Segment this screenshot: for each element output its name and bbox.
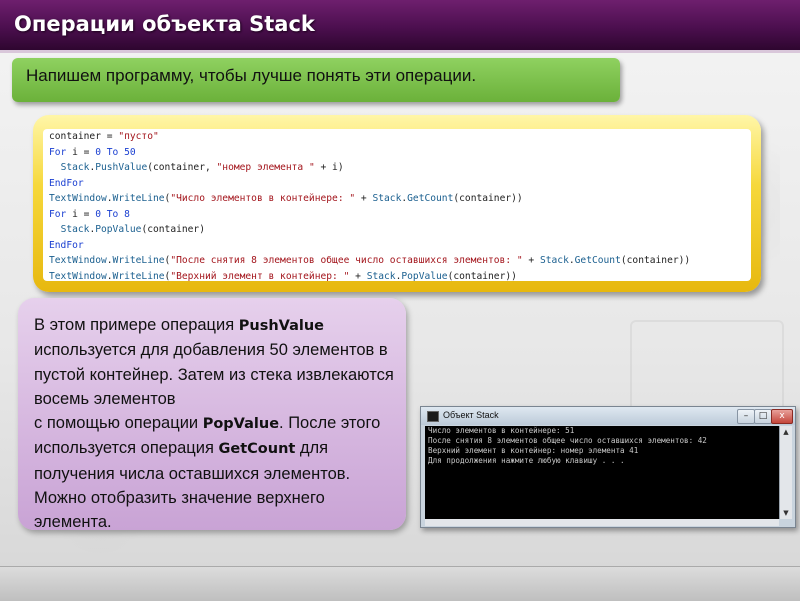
- code-line: TextWindow.WriteLine("После снятия 8 эле…: [43, 253, 751, 269]
- term-popvalue: PopValue: [202, 416, 280, 433]
- intro-callout: Напишем программу, чтобы лучше понять эт…: [12, 58, 620, 102]
- code-token: Stack: [60, 162, 90, 173]
- code-token: To: [106, 146, 119, 158]
- horizontal-scrollbar[interactable]: [425, 519, 779, 526]
- console-line: Для продолжения нажмите любую клавишу . …: [428, 456, 625, 465]
- code-token: + i): [314, 162, 344, 173]
- code-token: (container): [141, 224, 205, 235]
- description-part: В этом примере операция: [34, 316, 239, 334]
- code-token: "После снятия 8 элементов общее число ос…: [170, 255, 523, 266]
- code-line: TextWindow.WriteLine("Верхний элемент в …: [43, 269, 751, 285]
- code-token: PopValue: [95, 224, 142, 235]
- code-token: PopValue: [401, 270, 448, 282]
- background-decoration: [630, 320, 784, 414]
- code-listing: container = "пусто" For i = 0 To 50 Stack…: [43, 129, 751, 282]
- code-token: 8: [124, 208, 130, 220]
- code-line: For i = 0 To 50: [43, 145, 751, 161]
- term-pushvalue: PushValue: [238, 318, 324, 334]
- code-token: TextWindow: [49, 255, 107, 266]
- code-line: Stack.PopValue(container): [43, 222, 751, 238]
- code-token: (container)): [620, 255, 691, 266]
- intro-text: Напишем программу, чтобы лучше понять эт…: [26, 66, 477, 85]
- console-line: Верхний элемент в контейнер: номер элеме…: [428, 446, 639, 455]
- code-token: container =: [49, 131, 119, 142]
- maximize-button[interactable]: □: [754, 409, 772, 424]
- code-token: For: [49, 146, 67, 158]
- code-token: TextWindow: [49, 193, 107, 204]
- description-text: В этом примере операция PushValue исполь…: [34, 313, 404, 535]
- code-line: TextWindow.WriteLine("Число элементов в …: [43, 191, 751, 207]
- code-token: Stack: [372, 193, 402, 204]
- code-token: "номер элемента ": [216, 162, 315, 173]
- console-line: Число элементов в контейнере: 51: [428, 426, 575, 435]
- code-token: PushValue: [95, 162, 148, 173]
- code-token: Stack: [60, 224, 90, 235]
- code-token: (container)): [447, 270, 517, 282]
- console-output: Число элементов в контейнере: 51 После с…: [425, 426, 779, 519]
- code-token: (container,: [147, 162, 217, 173]
- code-token: Stack: [539, 255, 569, 266]
- console-line: После снятия 8 элементов общее число ост…: [428, 436, 707, 445]
- code-token: Stack: [366, 270, 396, 282]
- code-token: WriteLine: [112, 255, 165, 266]
- code-line: EndFor: [43, 176, 751, 192]
- code-token: EndFor: [49, 177, 84, 189]
- code-token: "Верхний элемент в контейнер: ": [170, 270, 350, 282]
- code-token: WriteLine: [112, 270, 165, 282]
- code-token: +: [355, 193, 373, 204]
- console-window[interactable]: Объект Stack – □ x Число элементов в кон…: [420, 406, 796, 528]
- code-token: "пусто": [118, 131, 159, 142]
- term-getcount: GetCount: [218, 441, 296, 458]
- code-token: "Число элементов в контейнере: ": [170, 193, 356, 204]
- code-frame: container = "пусто" For i = 0 To 50 Stack…: [33, 115, 761, 292]
- code-token: To: [106, 208, 119, 220]
- code-token: GetCount: [407, 193, 454, 204]
- code-token: WriteLine: [112, 193, 165, 204]
- code-token: i =: [66, 208, 96, 220]
- code-token: (container)): [453, 193, 523, 204]
- slide-footer-bar: [0, 566, 800, 601]
- close-button[interactable]: x: [771, 409, 793, 424]
- code-token: +: [522, 255, 540, 266]
- code-line: Stack.PushValue(container, "номер элемен…: [43, 160, 751, 176]
- code-line: For i = 0 To 8: [43, 207, 751, 223]
- slide-title: Операции объекта Stack: [14, 12, 315, 36]
- description-part: с помощью операции: [34, 414, 203, 433]
- minimize-button[interactable]: –: [737, 409, 755, 424]
- scroll-up-arrow-icon[interactable]: ▲: [781, 427, 791, 437]
- code-token: 50: [124, 146, 136, 158]
- code-line: EndFor: [43, 238, 751, 254]
- code-token: TextWindow: [49, 270, 107, 282]
- slide-title-bar: Операции объекта Stack: [0, 0, 800, 53]
- code-line: container = "пусто": [43, 129, 751, 145]
- console-title: Объект Stack: [443, 410, 499, 420]
- code-token: +: [349, 270, 367, 282]
- code-token: For: [49, 208, 67, 220]
- code-token: GetCount: [574, 255, 621, 266]
- console-titlebar[interactable]: Объект Stack – □ x: [421, 407, 795, 425]
- description-part: используется для добавления 50 элементов…: [34, 341, 394, 408]
- code-token: EndFor: [49, 239, 84, 251]
- code-token: i =: [66, 146, 96, 158]
- vertical-scrollbar[interactable]: ▲ ▼: [779, 426, 792, 519]
- scroll-down-arrow-icon[interactable]: ▼: [781, 508, 791, 518]
- console-app-icon: [427, 411, 439, 422]
